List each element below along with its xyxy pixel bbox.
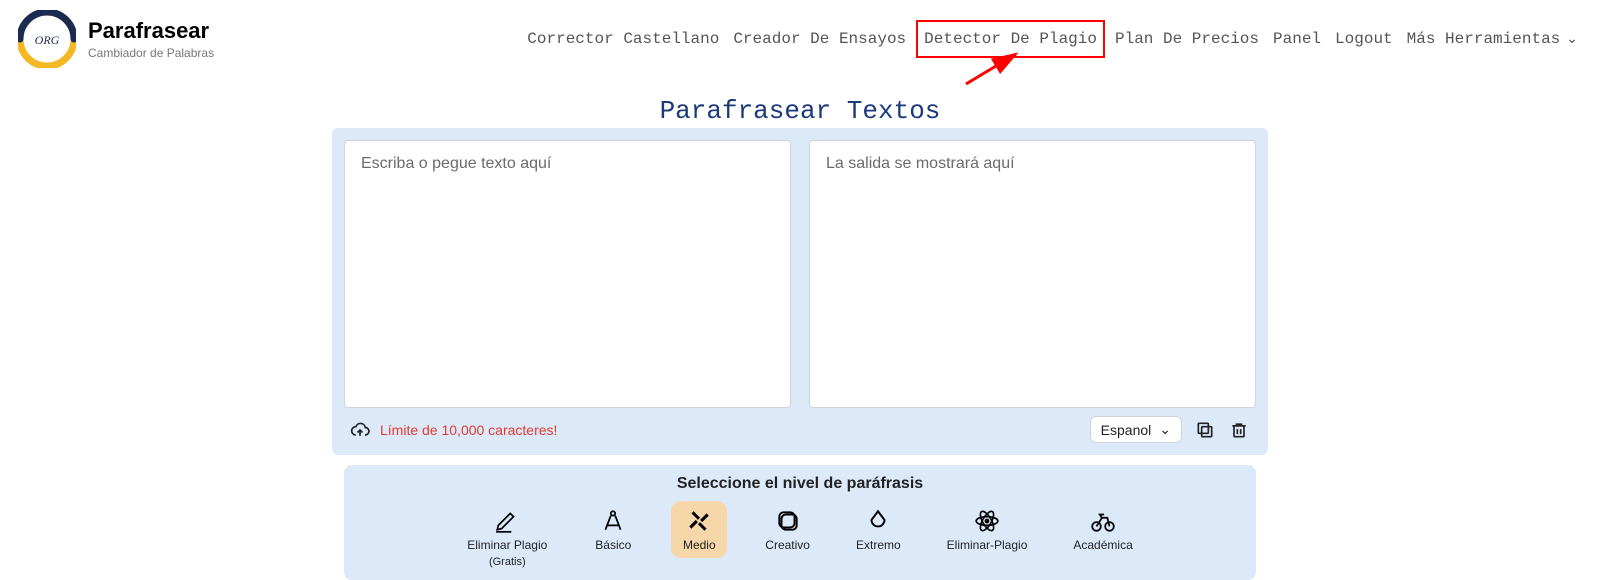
output-placeholder: La salida se mostrará aquí bbox=[810, 141, 1255, 187]
nav-mas-herramientas[interactable]: Más Herramientas ⌄ bbox=[1403, 26, 1582, 52]
level-label: Académica bbox=[1073, 539, 1132, 552]
upload-icon[interactable] bbox=[350, 420, 370, 440]
level-label: Creativo bbox=[765, 539, 810, 552]
brush-cross-icon bbox=[685, 507, 713, 535]
input-pane[interactable]: Escriba o pegue texto aquí bbox=[344, 140, 791, 408]
level-title: Seleccione el nivel de paráfrasis bbox=[354, 475, 1246, 493]
level-label: Eliminar Plagio bbox=[467, 539, 547, 552]
compass-icon bbox=[599, 507, 627, 535]
nav-plan-precios[interactable]: Plan De Precios bbox=[1111, 26, 1263, 52]
nav-creador-ensayos[interactable]: Creador De Ensayos bbox=[729, 26, 910, 52]
logo-text: Parafrasear Cambiador de Palabras bbox=[88, 18, 214, 60]
panes: Escriba o pegue texto aquí La salida se … bbox=[344, 140, 1256, 408]
level-eliminar-plagio-gratis[interactable]: Eliminar Plagio (Gratis) bbox=[459, 501, 555, 574]
bike-icon bbox=[1089, 507, 1117, 535]
levels-row: Eliminar Plagio (Gratis) Básico Medio Cr… bbox=[354, 501, 1246, 574]
level-sublabel: (Gratis) bbox=[489, 556, 526, 568]
logo-subtitle: Cambiador de Palabras bbox=[88, 46, 214, 60]
level-creativo[interactable]: Creativo bbox=[757, 501, 818, 558]
drop-icon bbox=[864, 507, 892, 535]
level-eliminar-plagio[interactable]: Eliminar-Plagio bbox=[939, 501, 1036, 558]
level-extremo[interactable]: Extremo bbox=[848, 501, 909, 558]
top-nav: Corrector Castellano Creador De Ensayos … bbox=[523, 20, 1582, 58]
level-medio[interactable]: Medio bbox=[671, 501, 727, 558]
tool-container: Escriba o pegue texto aquí La salida se … bbox=[332, 128, 1268, 455]
svg-text:ORG: ORG bbox=[35, 33, 60, 47]
pen-icon bbox=[493, 507, 521, 535]
output-pane: La salida se mostrará aquí bbox=[809, 140, 1256, 408]
under-bar: Límite de 10,000 caracteres! Espanol ⌄ bbox=[344, 408, 1256, 451]
header: ORG Parafrasear Cambiador de Palabras Co… bbox=[0, 0, 1600, 78]
level-label: Extremo bbox=[856, 539, 901, 552]
language-selected-label: Espanol bbox=[1101, 422, 1152, 438]
char-limit-text: Límite de 10,000 caracteres! bbox=[380, 422, 557, 438]
nav-mas-herramientas-label: Más Herramientas bbox=[1407, 30, 1561, 48]
level-label: Básico bbox=[595, 539, 631, 552]
right-bar: Espanol ⌄ bbox=[1090, 416, 1250, 443]
atom-icon bbox=[973, 507, 1001, 535]
chevron-down-icon: ⌄ bbox=[1159, 421, 1171, 438]
logo[interactable]: ORG Parafrasear Cambiador de Palabras bbox=[18, 10, 214, 68]
level-label: Medio bbox=[683, 539, 716, 552]
logo-title: Parafrasear bbox=[88, 18, 214, 44]
nav-corrector[interactable]: Corrector Castellano bbox=[523, 26, 723, 52]
chevron-down-icon: ⌄ bbox=[1566, 31, 1578, 48]
page-title: Parafrasear Textos bbox=[0, 96, 1600, 126]
language-select[interactable]: Espanol ⌄ bbox=[1090, 416, 1182, 443]
level-academica[interactable]: Académica bbox=[1065, 501, 1140, 558]
level-card: Seleccione el nivel de paráfrasis Elimin… bbox=[344, 465, 1256, 580]
copy-icon[interactable] bbox=[1194, 419, 1216, 441]
trash-icon[interactable] bbox=[1228, 419, 1250, 441]
nav-logout[interactable]: Logout bbox=[1331, 26, 1397, 52]
level-label: Eliminar-Plagio bbox=[947, 539, 1028, 552]
input-placeholder: Escriba o pegue texto aquí bbox=[345, 141, 790, 187]
nav-detector-plagio[interactable]: Detector De Plagio bbox=[916, 20, 1105, 58]
layers-icon bbox=[774, 507, 802, 535]
nav-panel[interactable]: Panel bbox=[1269, 26, 1325, 52]
level-basico[interactable]: Básico bbox=[585, 501, 641, 558]
logo-icon: ORG bbox=[18, 10, 76, 68]
